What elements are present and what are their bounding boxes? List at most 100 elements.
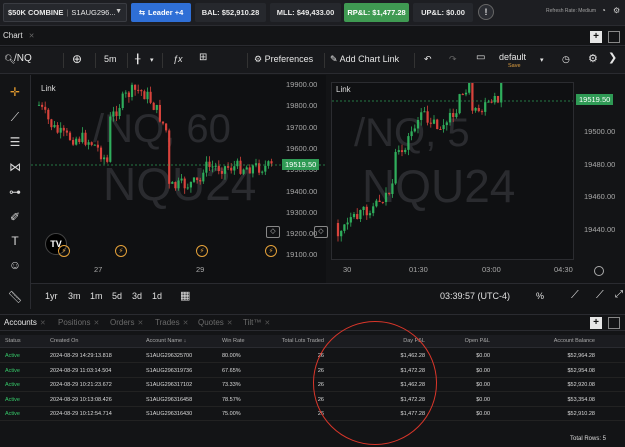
layout-name[interactable]: default (499, 52, 526, 62)
candle-body (158, 104, 161, 122)
fullscreen-icon[interactable]: ⤢ (615, 289, 623, 300)
add-symbol-icon[interactable]: ⊕ (72, 52, 82, 66)
range-1yr[interactable]: 1yr (45, 291, 58, 301)
tab-accounts[interactable]: Accounts ✕ (4, 318, 46, 327)
ruler-icon[interactable]: 📏︎ (6, 288, 24, 306)
tab-trades[interactable]: Trades ✕ (155, 318, 188, 327)
column-header[interactable]: Open P&L (465, 338, 490, 344)
table-row[interactable]: Active 2024-08-29 14:29:13.818 S1AUG296325… (0, 349, 625, 363)
candle-body (245, 167, 248, 170)
candles-icon[interactable]: ╂ (135, 54, 140, 65)
layout-icon[interactable]: ▭ (476, 52, 485, 63)
candle-body (477, 108, 480, 112)
clock-time[interactable]: 03:39:57 (UTC-4) (440, 291, 510, 301)
info-icon[interactable]: ! (478, 4, 494, 20)
layout-save[interactable]: Save (508, 63, 521, 69)
emoji-icon[interactable]: ☺ (6, 256, 24, 274)
candlestick-series (332, 83, 573, 242)
brush-icon[interactable]: ✐ (6, 208, 24, 226)
candle-body (65, 130, 68, 133)
event-icon[interactable]: ⚡ (115, 245, 127, 257)
calendar-icon[interactable]: ▦ (180, 289, 190, 302)
close-icon[interactable]: ✕ (137, 320, 143, 327)
tab-quotes[interactable]: Quotes ✕ (198, 318, 233, 327)
column-header[interactable]: Account Balance (554, 338, 595, 344)
text-icon[interactable]: T (6, 232, 24, 250)
settings-icon[interactable] (594, 266, 604, 276)
horizontal-line-icon[interactable]: ☰ (6, 133, 24, 151)
interval-selector[interactable]: 5m (104, 54, 117, 64)
candle-body (413, 128, 416, 132)
measure-icon[interactable]: ⟋ (596, 289, 604, 302)
candle-body (56, 125, 59, 133)
close-icon[interactable]: ✕ (183, 320, 189, 327)
candle-body (208, 161, 211, 167)
column-header[interactable]: Win Rate (222, 338, 245, 344)
close-icon[interactable]: ✕ (29, 33, 35, 40)
settings-icon[interactable]: ⚙ (588, 52, 598, 65)
trendline-icon[interactable]: ⟋ (6, 108, 24, 126)
column-header[interactable]: Created On (50, 338, 78, 344)
preferences-button[interactable]: ⚙ Preferences (254, 54, 313, 65)
candle-body (44, 106, 47, 110)
price-axis-left[interactable]: 19900.0019800.0019700.0019600.0019500.00… (282, 75, 328, 283)
maximize-icon[interactable] (608, 317, 620, 329)
indicators-icon[interactable]: ƒx (173, 54, 183, 64)
add-chart-link-button[interactable]: ✎ Add Chart Link (330, 54, 399, 65)
chevron-down-icon[interactable]: ▾ (540, 56, 544, 64)
add-panel-icon[interactable]: + (590, 317, 602, 329)
trend-icon[interactable]: ⟋ (571, 289, 579, 302)
column-header[interactable]: Account Name ↓ (146, 338, 186, 344)
column-header[interactable]: Status (5, 338, 21, 344)
link-label[interactable]: Link (336, 85, 351, 94)
symbol-search[interactable]: /NQ (4, 53, 32, 64)
close-icon[interactable]: ✕ (93, 320, 99, 327)
range-3d[interactable]: 3d (132, 291, 142, 301)
tab-tilt[interactable]: Tilt™ ✕ (243, 318, 270, 327)
close-icon[interactable]: ✕ (227, 320, 233, 327)
percent-toggle[interactable]: % (536, 291, 544, 301)
leader-button[interactable]: ⇆ Leader +4 (131, 3, 191, 22)
expand-icon[interactable]: ◇ (314, 226, 328, 238)
close-icon[interactable]: ✕ (264, 320, 270, 327)
maximize-icon[interactable] (608, 31, 620, 43)
range-1d[interactable]: 1d (152, 291, 162, 301)
add-panel-icon[interactable]: + (590, 31, 602, 43)
close-icon[interactable]: ✕ (40, 320, 46, 327)
tab-orders[interactable]: Orders ✕ (110, 318, 143, 327)
event-icon[interactable]: ⚡ (265, 245, 277, 257)
link-label[interactable]: Link (41, 84, 56, 93)
table-row[interactable]: Active 2024-08-29 10:12:54.714 S1AUG296316… (0, 407, 625, 421)
tab-positions[interactable]: Positions ✕ (58, 318, 99, 327)
table-row[interactable]: Active 2024-08-29 10:13:08.426 S1AUG296316… (0, 393, 625, 407)
tab-chart[interactable]: Chart ✕ (3, 31, 34, 40)
range-3m[interactable]: 3m (68, 291, 81, 301)
layout-grid-icon[interactable]: ⊞ (199, 52, 207, 63)
refresh-rate[interactable]: Refresh Rate: Medium (546, 8, 596, 14)
chevron-down-icon[interactable]: ▾ (150, 56, 154, 64)
fib-icon[interactable]: ⊶ (6, 183, 24, 201)
range-1m[interactable]: 1m (90, 291, 103, 301)
price-tick: 19100.00 (286, 250, 318, 260)
undo-icon[interactable]: ↶ (424, 54, 432, 65)
chart-pane-5m[interactable]: /NQ, 5 NQU24 Link (331, 82, 574, 260)
candle-body (124, 92, 127, 94)
add-chart-link-label: Add Chart Link (339, 54, 400, 64)
collapse-icon[interactable]: ❯ (608, 51, 617, 64)
table-cell: $52,910.28 (567, 411, 595, 417)
redo-icon[interactable]: ↷ (449, 54, 457, 65)
expand-icon[interactable]: ◇ (266, 226, 280, 238)
column-header[interactable]: Total Lots Traded (282, 338, 324, 344)
crosshair-icon[interactable]: ✛ (6, 83, 24, 101)
gear-icon[interactable]: ⚙ (613, 6, 620, 15)
pattern-icon[interactable]: ⋈ (6, 158, 24, 176)
event-icon[interactable]: ⚡ (196, 245, 208, 257)
range-5d[interactable]: 5d (112, 291, 122, 301)
account-selector[interactable]: $50K COMBINE | S1AUG296... ▼ (3, 3, 127, 22)
candle-body (343, 224, 346, 231)
table-cell: 73.33% (222, 382, 241, 388)
price-axis-right[interactable]: 19500.00 19480.00 19460.00 19440.00 19519.5… (576, 82, 625, 260)
screenshot-icon[interactable]: ◷ (562, 54, 570, 65)
chevron-down-icon: ▼ (115, 8, 122, 15)
event-icon[interactable]: ⚡ (58, 245, 70, 257)
